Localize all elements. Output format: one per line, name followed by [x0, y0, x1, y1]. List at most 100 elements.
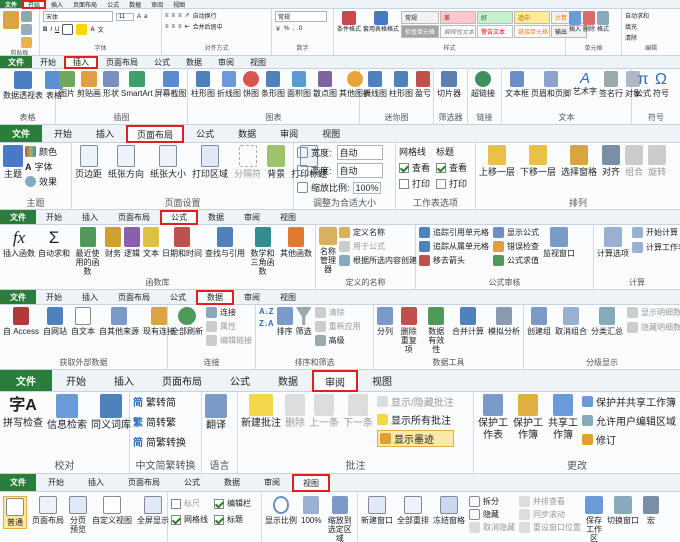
insert-cells-button[interactable]: 插入 — [569, 11, 581, 34]
underline-icon[interactable]: U — [55, 27, 59, 33]
align-top-icon[interactable]: ≡ — [165, 13, 169, 19]
screenshot-button[interactable]: 屏幕截图 — [155, 71, 187, 98]
new-comment-button[interactable]: 新建批注 — [241, 394, 281, 430]
fill-button[interactable]: 填充 — [625, 22, 649, 31]
show-all-comments-button[interactable]: 显示所有批注 — [377, 412, 454, 427]
grow-font-icon[interactable]: A — [137, 14, 141, 20]
clear-filter-button[interactable]: 清除 — [314, 307, 361, 318]
gridlines-checkbox[interactable] — [171, 514, 181, 525]
macros-button[interactable]: 宏 — [643, 496, 659, 525]
phonetic-icon[interactable]: 文 — [98, 25, 104, 34]
style-normal[interactable]: 常规 — [401, 11, 440, 24]
lookup-button[interactable]: 查找与引用 — [205, 227, 245, 258]
tab-home[interactable]: 开始 — [32, 56, 64, 68]
tab-page-layout[interactable]: 页面布局 — [68, 0, 102, 9]
use-in-formula-button[interactable]: 用于公式 — [339, 241, 417, 252]
align-button[interactable]: 对齐 — [602, 145, 620, 177]
subtotal-button[interactable]: 分类汇总 — [591, 307, 623, 336]
align-bottom-icon[interactable]: ≡ — [178, 13, 182, 19]
column-chart-button[interactable]: 柱形图 — [191, 71, 215, 98]
calc-options-button[interactable]: 计算选项 — [597, 227, 629, 258]
wordart-button[interactable]: A 艺术字 — [573, 71, 597, 97]
full-screen-button[interactable]: 全屏显示 — [137, 496, 169, 525]
number-format-select[interactable]: 常规 — [275, 11, 327, 22]
background-button[interactable]: 背景 — [267, 145, 285, 179]
trace-dependents-button[interactable]: 追踪从属单元格 — [419, 241, 489, 252]
bring-forward-button[interactable]: 上移一层 — [479, 145, 515, 177]
properties-button[interactable]: 属性 — [206, 321, 252, 332]
headings-toggle[interactable]: 标题 — [214, 514, 251, 525]
style-check-cell[interactable]: 检查单元格 — [401, 25, 440, 38]
tab-data[interactable]: 数据 — [198, 210, 234, 224]
show-ink-button[interactable]: 显示墨迹 — [377, 430, 454, 447]
hide-window-button[interactable]: 隐藏 — [469, 509, 515, 520]
calc-sheet-button[interactable]: 计算工作表 — [632, 242, 680, 253]
gridlines-toggle[interactable]: 网格线 — [171, 514, 208, 525]
tab-view[interactable]: 视图 — [242, 56, 274, 68]
next-comment-button[interactable]: 下一条 — [343, 394, 373, 430]
spelling-button[interactable]: 字A 拼写检查 — [3, 394, 43, 430]
tab-formulas[interactable]: 公式 — [172, 474, 212, 491]
financial-button[interactable]: 财务 — [105, 227, 121, 258]
tab-home[interactable]: 开始 — [42, 125, 84, 142]
new-window-button[interactable]: 新建窗口 — [361, 496, 393, 525]
rotate-button[interactable]: 旋转 — [648, 145, 666, 177]
delete-cells-button[interactable]: 删除 — [583, 11, 595, 34]
custom-views-button[interactable]: 自定义视图 — [92, 496, 132, 525]
edit-links-button[interactable]: 编辑链接 — [206, 335, 252, 346]
themes-button[interactable]: 主题 — [3, 145, 23, 179]
define-name-button[interactable]: 定义名称 — [339, 227, 417, 238]
picture-button[interactable]: 图片 — [59, 71, 75, 98]
headings-view-checkbox[interactable] — [436, 162, 447, 173]
tab-insert[interactable]: 插入 — [64, 56, 98, 69]
tab-review[interactable]: 审阅 — [234, 210, 270, 224]
header-footer-button[interactable]: 页眉和页脚 — [531, 71, 571, 98]
show-hide-comment-button[interactable]: 显示/隐藏批注 — [377, 394, 454, 409]
simp-to-trad-button[interactable]: 繁简转繁 — [133, 414, 186, 429]
symbol-button[interactable]: Ω 符号 — [653, 71, 669, 98]
split-button[interactable]: 拆分 — [469, 496, 515, 507]
area-chart-button[interactable]: 面积图 — [287, 71, 311, 98]
align-right-icon[interactable]: ≡ — [178, 24, 182, 30]
show-formulas-button[interactable]: 显示公式 — [493, 227, 539, 238]
sparkline-column-button[interactable]: 柱形图 — [389, 71, 413, 98]
zoom-selection-button[interactable]: 缩放到选定区域 — [325, 496, 354, 542]
data-validation-button[interactable]: 数据有效性 — [425, 307, 449, 355]
tab-data[interactable]: 数据 — [226, 125, 268, 142]
format-as-table-button[interactable]: 套用表格格式 — [363, 11, 399, 34]
zoom-100-button[interactable]: 100% — [301, 496, 321, 525]
tab-file[interactable]: 文件 — [0, 290, 36, 304]
tab-page-layout[interactable]: 页面布局 — [126, 125, 185, 143]
bar-chart-button[interactable]: 条形图 — [261, 71, 285, 98]
remove-arrows-button[interactable]: 移去箭头 — [419, 255, 489, 266]
pie-chart-button[interactable]: 饼图 — [243, 71, 259, 98]
tab-review[interactable]: 审阅 — [268, 125, 310, 142]
allow-edit-ranges-button[interactable]: 允许用户编辑区域 — [582, 413, 676, 428]
consolidate-button[interactable]: 合并计算 — [452, 307, 484, 336]
line-chart-button[interactable]: 折线图 — [217, 71, 241, 98]
tab-view[interactable]: 视图 — [310, 125, 352, 142]
tab-page-layout[interactable]: 页面布局 — [108, 210, 160, 224]
zoom-button[interactable]: 显示比例 — [265, 496, 297, 525]
reapply-button[interactable]: 重新应用 — [314, 321, 361, 332]
sort-desc-icon[interactable]: Z↓A — [259, 319, 274, 328]
tab-file[interactable]: 文件 — [0, 210, 36, 224]
previous-comment-button[interactable]: 上一条 — [309, 394, 339, 430]
sparkline-line-button[interactable]: 折线图 — [363, 71, 387, 98]
tab-file[interactable]: 文件 — [0, 474, 36, 491]
gridlines-print-checkbox[interactable] — [399, 178, 409, 189]
ruler-checkbox[interactable] — [171, 498, 181, 509]
align-middle-icon[interactable]: ≡ — [172, 13, 176, 19]
ruler-toggle[interactable]: 标尺 — [171, 498, 208, 509]
insert-function-button[interactable]: fx 插入函数 — [3, 227, 35, 258]
font-name-select[interactable]: 宋体 — [43, 11, 113, 22]
align-center-icon[interactable]: ≡ — [172, 24, 176, 30]
from-other-sources-button[interactable]: 自其他来源 — [99, 307, 139, 336]
shapes-button[interactable]: 形状 — [103, 71, 119, 98]
decimal-icon[interactable]: .0 — [297, 26, 302, 32]
theme-colors-button[interactable]: 颜色 — [25, 145, 57, 158]
shrink-font-icon[interactable]: a — [144, 14, 147, 20]
from-web-button[interactable]: 自网站 — [43, 307, 67, 336]
protect-workbook-button[interactable]: 保护工作簿 — [512, 394, 544, 441]
math-trig-button[interactable]: 数学和三角函数 — [248, 227, 277, 277]
